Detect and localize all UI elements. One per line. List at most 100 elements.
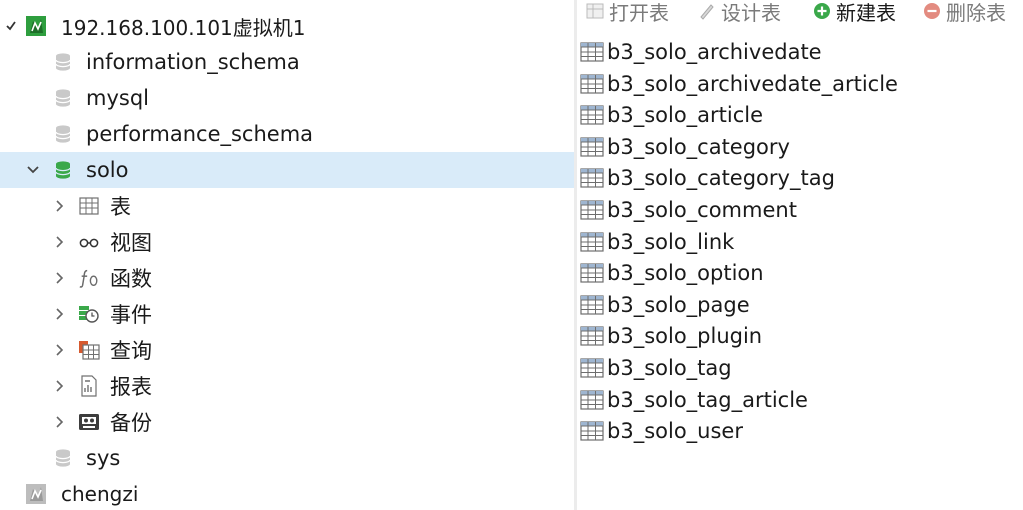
plus-icon bbox=[812, 1, 832, 21]
chevron-right-icon[interactable] bbox=[52, 198, 68, 214]
tree-item-events[interactable]: 事件 bbox=[0, 296, 574, 332]
table-list-item[interactable]: b3_solo_tag_article bbox=[580, 385, 808, 415]
table-name: b3_solo_page bbox=[607, 292, 750, 317]
table-icon bbox=[580, 137, 604, 157]
tree-item-label: 函数 bbox=[110, 267, 152, 291]
table-icon bbox=[580, 326, 604, 346]
table-list-item[interactable]: b3_solo_comment bbox=[580, 195, 797, 225]
database-label: mysql bbox=[86, 86, 149, 110]
table-icon bbox=[580, 231, 604, 252]
event-icon bbox=[78, 303, 100, 325]
database-label: information_schema bbox=[86, 50, 300, 74]
table-icon bbox=[580, 295, 604, 315]
tree-item-views[interactable]: 视图 bbox=[0, 224, 574, 260]
table-name: b3_solo_plugin bbox=[607, 324, 763, 349]
backup-icon bbox=[78, 411, 100, 433]
connection-label: 192.168.100.101虚拟机1 bbox=[61, 15, 306, 40]
tree-item-queries[interactable]: 查询 bbox=[0, 332, 574, 368]
design-table-label: 设计表 bbox=[721, 0, 781, 25]
database-icon bbox=[52, 123, 74, 145]
table-list-item[interactable]: b3_solo_archivedate bbox=[580, 37, 822, 67]
connection-open-icon bbox=[25, 15, 47, 37]
tree-item-tables[interactable]: 表 bbox=[0, 188, 574, 224]
design-table-button[interactable]: 设计表 bbox=[697, 0, 781, 26]
open-table-button[interactable]: 打开表 bbox=[585, 0, 669, 26]
tree-item-connection[interactable]: 192.168.100.101虚拟机1 bbox=[0, 8, 574, 44]
tree-item-label: 报表 bbox=[110, 375, 152, 399]
expand-check-icon[interactable] bbox=[3, 18, 19, 34]
database-label: sys bbox=[86, 446, 121, 470]
table-list-item[interactable]: b3_solo_option bbox=[580, 258, 764, 288]
tree-item-database[interactable]: mysql bbox=[0, 80, 574, 116]
table-icon bbox=[580, 389, 604, 410]
chevron-down-icon[interactable] bbox=[25, 162, 41, 178]
database-icon bbox=[52, 447, 74, 469]
table-list-item[interactable]: b3_solo_link bbox=[580, 227, 734, 257]
table-name: b3_solo_comment bbox=[607, 198, 797, 222]
view-icon bbox=[78, 231, 100, 253]
chevron-right-icon[interactable] bbox=[52, 270, 68, 286]
table-name: b3_solo_option bbox=[607, 261, 764, 286]
chevron-right-icon[interactable] bbox=[52, 306, 68, 322]
table-name: b3_solo_link bbox=[607, 229, 735, 254]
table-name: b3_solo_category bbox=[607, 134, 790, 159]
table-icon bbox=[580, 105, 604, 125]
tree-item-database-solo[interactable]: solo bbox=[0, 152, 574, 188]
table-icon bbox=[580, 42, 604, 62]
chevron-right-icon[interactable] bbox=[52, 378, 68, 394]
object-panel: 打开表 设计表 新建表 删除表 b3_solo_archivedate b3_so… bbox=[577, 0, 1023, 510]
tree-item-database[interactable]: information_schema bbox=[0, 44, 574, 80]
database-icon bbox=[52, 87, 74, 109]
table-name: b3_solo_category_tag bbox=[607, 166, 835, 191]
tree-item-label: 视图 bbox=[110, 231, 152, 255]
open-table-label: 打开表 bbox=[609, 0, 669, 25]
table-name: b3_solo_archivedate_article bbox=[607, 71, 898, 96]
table-list-item[interactable]: b3_solo_article bbox=[580, 100, 763, 130]
open-table-icon bbox=[585, 1, 605, 21]
table-list-item[interactable]: b3_solo_user bbox=[580, 416, 743, 446]
tree-item-database[interactable]: sys bbox=[0, 440, 574, 476]
tree-item-database[interactable]: performance_schema bbox=[0, 116, 574, 152]
new-table-button[interactable]: 新建表 bbox=[812, 0, 896, 26]
table-icon bbox=[580, 168, 604, 188]
chevron-right-icon[interactable] bbox=[52, 342, 68, 358]
tree-item-label: 备份 bbox=[110, 411, 152, 435]
tree-item-backups[interactable]: 备份 bbox=[0, 404, 574, 440]
database-open-icon bbox=[52, 159, 74, 181]
delete-table-button[interactable]: 删除表 bbox=[922, 0, 1006, 26]
report-icon bbox=[78, 375, 100, 397]
table-list-item[interactable]: b3_solo_archivedate_article bbox=[580, 69, 898, 99]
delete-table-label: 删除表 bbox=[946, 0, 1006, 25]
table-name: b3_solo_tag bbox=[607, 356, 732, 380]
database-label: solo bbox=[86, 158, 129, 182]
table-list-item[interactable]: b3_solo_page bbox=[580, 290, 750, 320]
chevron-right-icon[interactable] bbox=[52, 414, 68, 430]
table-list-item[interactable]: b3_solo_category_tag bbox=[580, 163, 835, 193]
tree-item-connection[interactable]: chengzi bbox=[0, 476, 574, 510]
database-icon bbox=[52, 51, 74, 73]
table-icon bbox=[580, 358, 604, 378]
table-icon bbox=[580, 263, 604, 283]
chevron-right-icon[interactable] bbox=[52, 234, 68, 250]
table-icon bbox=[78, 195, 100, 217]
table-name: b3_solo_tag_article bbox=[607, 387, 808, 412]
table-name: b3_solo_archivedate bbox=[607, 40, 822, 64]
object-toolbar: 打开表 设计表 新建表 删除表 bbox=[577, 0, 1023, 26]
navigation-tree: 192.168.100.101虚拟机1 information_schema m… bbox=[0, 0, 574, 510]
table-name: b3_solo_article bbox=[607, 103, 764, 128]
new-table-label: 新建表 bbox=[836, 0, 896, 25]
table-icon bbox=[580, 200, 604, 220]
table-list-item[interactable]: b3_solo_plugin bbox=[580, 321, 762, 351]
tree-item-reports[interactable]: 报表 bbox=[0, 368, 574, 404]
function-icon bbox=[78, 267, 100, 289]
minus-icon bbox=[922, 1, 942, 21]
tree-item-label: 查询 bbox=[110, 339, 152, 363]
design-table-icon bbox=[697, 1, 717, 21]
table-name: b3_solo_user bbox=[607, 419, 743, 444]
table-list-item[interactable]: b3_solo_category bbox=[580, 132, 790, 162]
database-label: performance_schema bbox=[86, 122, 314, 146]
table-icon bbox=[580, 73, 604, 94]
tree-item-functions[interactable]: 函数 bbox=[0, 260, 574, 296]
query-icon bbox=[78, 339, 100, 361]
table-list-item[interactable]: b3_solo_tag bbox=[580, 353, 732, 383]
